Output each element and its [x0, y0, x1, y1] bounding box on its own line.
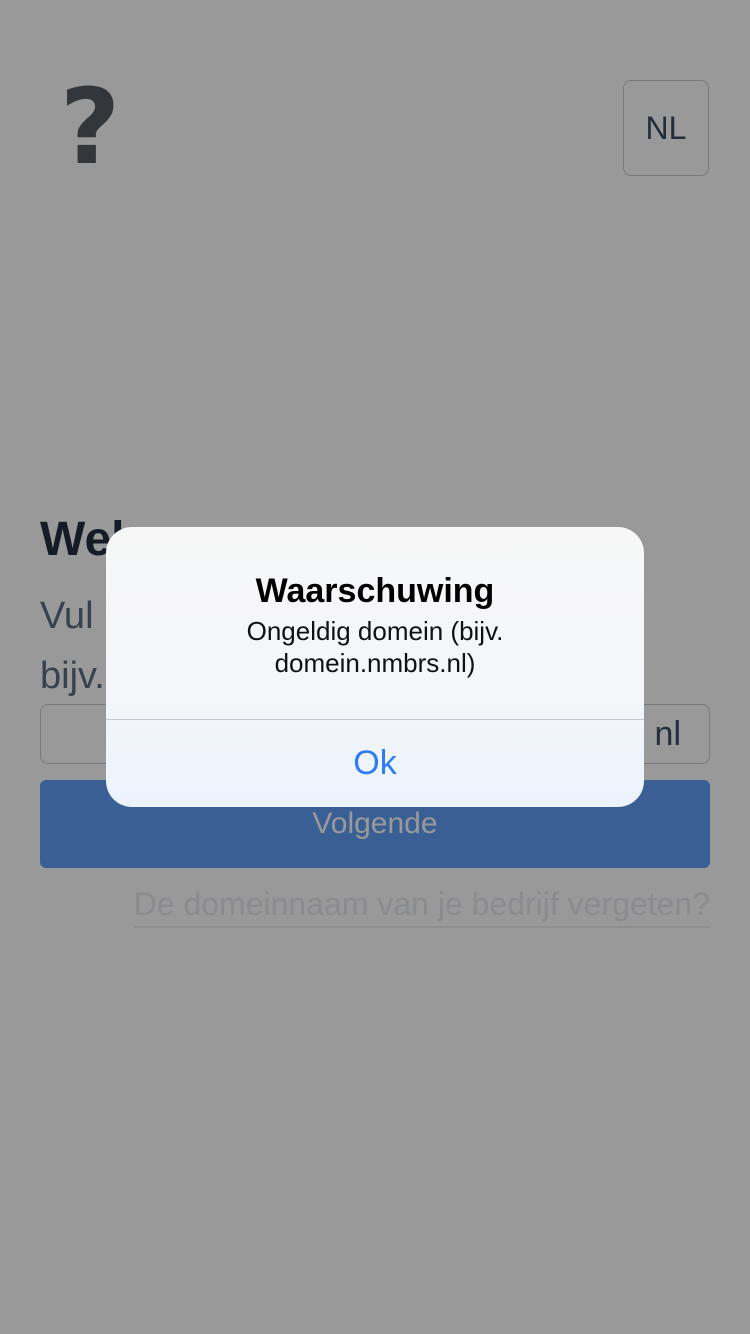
alert-dialog: Waarschuwing Ongeldig domein (bijv. dome… — [106, 527, 644, 807]
alert-message: Ongeldig domein (bijv. domein.nmbrs.nl) — [246, 616, 504, 678]
ok-button[interactable]: Ok — [106, 720, 644, 807]
alert-title: Waarschuwing — [255, 572, 495, 610]
